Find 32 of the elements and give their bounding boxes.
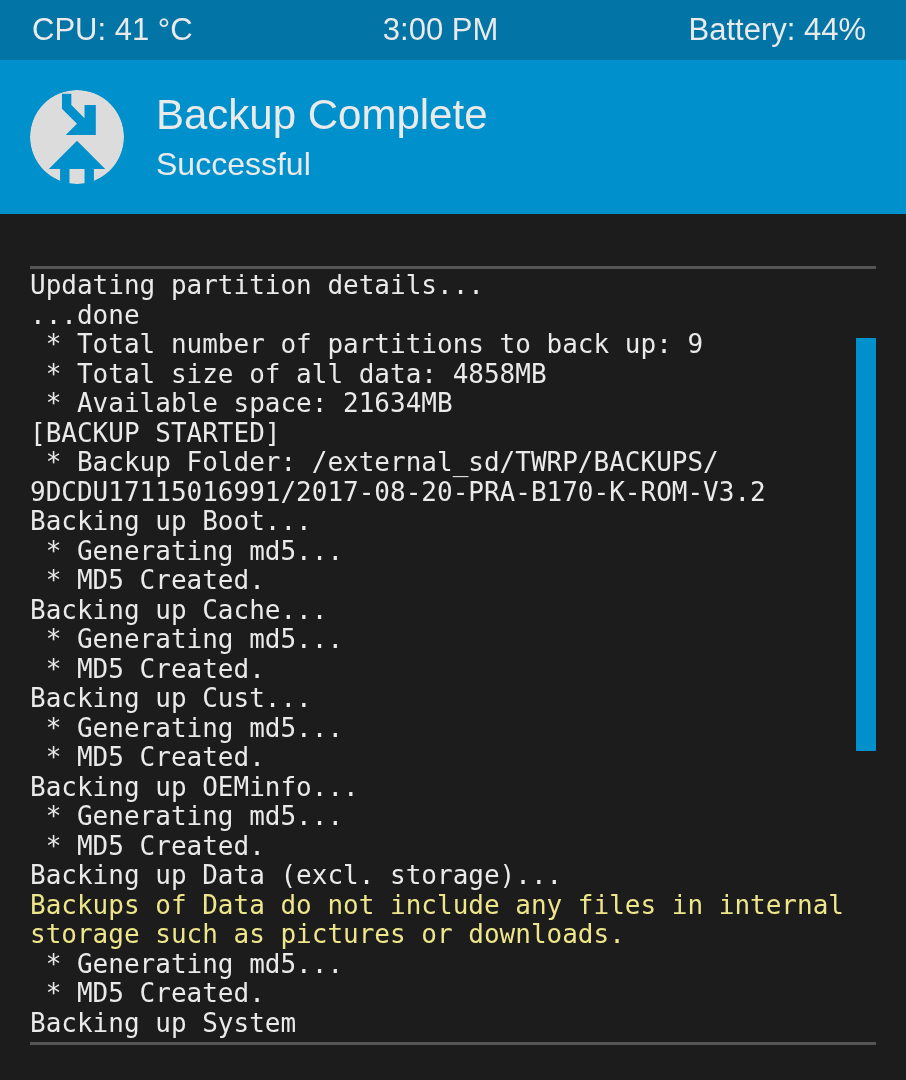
header-subtitle: Successful [156, 145, 312, 184]
console-line: * Generating md5... [45, 949, 344, 979]
console-line: Backing up Data (excl. storage)... [30, 861, 564, 891]
console-line: * MD5 Created. [44, 979, 266, 1009]
console-line: Backing up System [30, 1008, 298, 1038]
console-line: Updating partition details... [30, 271, 485, 301]
console-line: storage such as pictures or downloads. [30, 920, 626, 950]
console-line: * Available space: 21634MB [44, 389, 454, 419]
console-line: * Generating md5... [45, 802, 345, 832]
console-line: * MD5 Created. [44, 654, 266, 684]
console-line: Backing up Boot... [30, 507, 313, 537]
cpu-temperature: CPU: 41 °C [32, 12, 193, 48]
console-line: * Backup Folder: /external_sd/TWRP/BACKUPS/ [44, 448, 720, 478]
header-title: Backup Complete [156, 90, 488, 140]
console-line: * Total size of all data: 4858MB [44, 359, 548, 389]
clock: 3:00 PM [382, 12, 499, 48]
console-line: * Total number of partitions to back up: 9 [44, 330, 705, 360]
console-line: * MD5 Created. [44, 566, 266, 596]
console-line: Backing up OEMinfo... [30, 772, 360, 802]
console-line: Backing up Cache... [30, 595, 329, 625]
console-line: * Generating md5... [45, 625, 345, 655]
arrows-circle-icon [30, 90, 124, 184]
console-line: * Generating md5... [45, 536, 345, 566]
console-line: ...done [30, 300, 140, 330]
console-line: Backing up Cust... [30, 684, 313, 714]
console-line: [BACKUP STARTED] [30, 418, 281, 448]
battery-level: Battery: 44% [688, 12, 866, 48]
console-line: Backups of Data do not include any files in internal [30, 890, 845, 920]
console-line: * MD5 Created. [44, 831, 266, 861]
console-line: * MD5 Created. [44, 743, 266, 773]
console-line: 9DCDU17115016991/2017-08-20-PRA-B170-K-ROM-V3.2 [30, 477, 767, 507]
console-line: * Generating md5... [45, 713, 345, 743]
